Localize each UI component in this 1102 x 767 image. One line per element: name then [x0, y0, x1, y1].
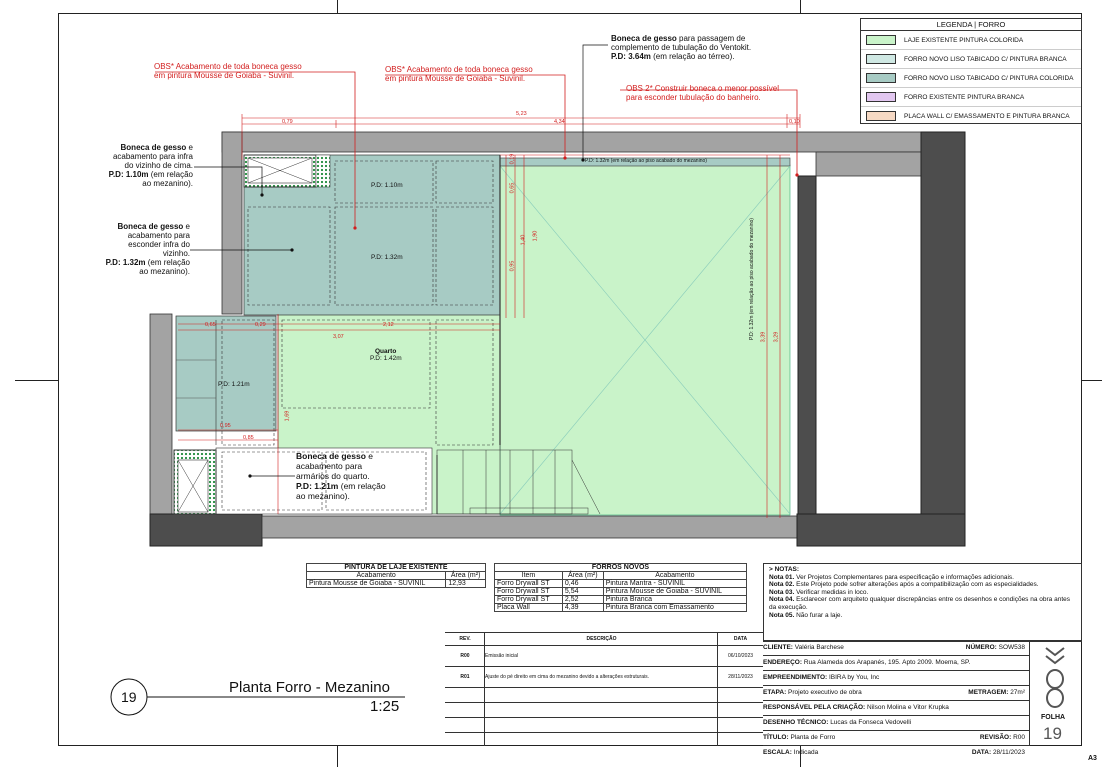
- info-row: RESPONSÁVEL PELA CRIAÇÃO: Nilson Molina …: [763, 701, 1029, 716]
- pd-label: P.D: 1.10m: [371, 182, 403, 189]
- rev-divider: [484, 632, 485, 746]
- table-header: Área (m²): [561, 571, 604, 580]
- dim: 1,40: [520, 234, 527, 246]
- note-item: Nota 02. Este Projeto pode sofrer altera…: [769, 581, 1039, 589]
- table-header: Acabamento: [602, 571, 748, 580]
- dim: 0,19: [509, 153, 516, 165]
- legend-swatch: [866, 54, 896, 64]
- info-row: CLIENTE: Valéria Barchese NÚMERO: SOW538: [763, 641, 1029, 656]
- revisions-table: REV. DESCRIÇÃO DATA R00 Emissão inicial …: [445, 632, 763, 733]
- info-row: ETAPA: Projeto executivo de obra METRAGEM…: [763, 686, 1029, 701]
- info-row: ENDEREÇO: Rua Alameda dos Arapanés, 195.…: [763, 656, 1029, 671]
- dim: 1,90: [532, 230, 539, 242]
- legend-title: LEGENDA | FORRO: [861, 19, 1081, 31]
- legend-item: FORRO NOVO LISO TABICADO C/ PINTURA BRAN…: [861, 50, 1081, 69]
- room-name: Quarto: [375, 348, 397, 355]
- table-row: [445, 688, 763, 703]
- dim: 0,79: [282, 119, 293, 125]
- paper-size: A3: [1088, 755, 1097, 762]
- dim: 3,29: [773, 331, 780, 343]
- info-row: EMPREENDIMENTO: IBIRA by You, Inc: [763, 671, 1029, 686]
- table-title: FORROS NOVOS: [494, 563, 747, 572]
- dim: 0,95: [509, 260, 516, 272]
- table-row: Forro Drywall ST 5,54 Pintura Mousse de Go…: [494, 587, 748, 596]
- folha-number: 19: [1043, 724, 1062, 743]
- table-header: Acabamento: [305, 571, 447, 580]
- notes-title: > NOTAS:: [769, 566, 800, 573]
- notes-box: > NOTAS: Nota 01. Ver Projetos Complemen…: [763, 563, 1082, 641]
- legend-swatch: [866, 73, 896, 83]
- rev-divider: [717, 632, 718, 746]
- table-row: Forro Drywall ST 2,52 Pintura Branca: [494, 595, 748, 604]
- pd-label: P.D: 1.21m: [218, 381, 250, 388]
- legend-item: PLACA WALL C/ EMASSAMENTO E PINTURA BRAN…: [861, 107, 1081, 125]
- dim: 1,69: [284, 410, 291, 422]
- dim: 0,29: [255, 322, 266, 328]
- center-annotation: Boneca de gesso e acabamento para armári…: [296, 451, 386, 501]
- legend-item: FORRO EXISTENTE PINTURA BRANCA: [861, 88, 1081, 107]
- table-row: R00 Emissão inicial 06/10/2023: [445, 646, 763, 667]
- dim: 0,65: [509, 182, 516, 194]
- legend-item: LAJE EXISTENTE PINTURA COLORIDA: [861, 31, 1081, 50]
- dim: 0,65: [205, 322, 216, 328]
- legend-swatch: [866, 35, 896, 45]
- table-header: Item: [494, 571, 563, 580]
- ventokit-annotation: Boneca de gesso para passagem de complem…: [611, 34, 752, 61]
- table-row: [445, 703, 763, 718]
- info-row: ESCALA: Indicada DATA: 28/11/2023: [763, 749, 1025, 756]
- obs-annotation: OBS* Acabamento de toda boneca gesso em p…: [154, 62, 302, 80]
- table-row: [445, 718, 763, 733]
- dim: 5,23: [516, 111, 527, 117]
- pd-note-top: P.D: 1.32m (em relação ao piso acabado d…: [585, 158, 707, 164]
- legend-item: FORRO NOVO LISO TABICADO C/ PINTURA COLO…: [861, 69, 1081, 88]
- drawing-title: Planta Forro - Mezanino: [229, 679, 390, 696]
- drawing-number: 19: [121, 689, 137, 705]
- legend-swatch: [866, 111, 896, 121]
- dim: 4,34: [554, 119, 565, 125]
- table-row: R01 Ajuste do pé direito em cima do meza…: [445, 667, 763, 688]
- note-item: Nota 03. Verificar medidas in loco.: [769, 588, 869, 596]
- table-row: Placa Wall 4,39 Pintura Branca com Emassam…: [494, 603, 748, 612]
- table-pintura-laje: PINTURA DE LAJE EXISTENTE Acabamento Áre…: [305, 563, 486, 588]
- table-header: Área (m²): [445, 571, 486, 580]
- divider: [1029, 641, 1030, 746]
- table-forros-novos: FORROS NOVOS Item Área (m²) Acabamento F…: [494, 563, 748, 612]
- pd-label: P.D: 1.42m: [370, 355, 402, 362]
- obs-annotation: OBS 2* Construir boneca o menor possível…: [626, 84, 779, 102]
- left-annotation-1: Boneca de gesso e acabamento para infra …: [108, 143, 193, 188]
- dim: 3,07: [333, 334, 344, 340]
- folha-label: FOLHA: [1041, 714, 1066, 721]
- note-item: Nota 01. Ver Projetos Complementares par…: [769, 573, 1014, 581]
- note-item: Nota 04. Esclarecer com arquiteto qualqu…: [769, 596, 1070, 611]
- left-annotation-2: Boneca de gesso e acabamento para escond…: [105, 222, 190, 276]
- info-row: TÍTULO: Planta de Forro REVISÃO: R00: [763, 731, 1029, 746]
- note-item: Nota 05. Não furar a laje.: [769, 611, 843, 619]
- drawing-scale: 1:25: [370, 698, 400, 715]
- table-row: Forro Drywall ST 0,46 Pintura Mantra - SUV…: [494, 579, 748, 588]
- obs-annotation: OBS* Acabamento de toda boneca gesso em p…: [385, 65, 533, 83]
- table-title: PINTURA DE LAJE EXISTENTE: [306, 563, 486, 572]
- divider: [763, 641, 1082, 642]
- info-row: DESENHO TÉCNICO: Lucas da Fonseca Vedove…: [763, 716, 1029, 731]
- company-logo-icon: [1045, 647, 1065, 708]
- legend: LEGENDA | FORRO LAJE EXISTENTE PINTURA C…: [860, 18, 1082, 124]
- dim: 0,95: [220, 423, 231, 429]
- dim: 0,10: [789, 119, 800, 125]
- title-block: CLIENTE: Valéria Barchese NÚMERO: SOW538 …: [763, 641, 1029, 760]
- pd-label: P.D: 1.32m: [371, 254, 403, 261]
- legend-swatch: [866, 92, 896, 102]
- dim: 0,85: [243, 435, 254, 441]
- revisions-header: REV. DESCRIÇÃO DATA: [445, 632, 763, 646]
- dim: 3,39: [760, 331, 767, 343]
- dim: 2,12: [383, 322, 394, 328]
- table-row: Pintura Mousse de Goiaba - SUVINIL 12,93: [305, 579, 486, 588]
- pd-note-right: P.D: 1.32m (em relação ao piso acabado d…: [749, 218, 755, 340]
